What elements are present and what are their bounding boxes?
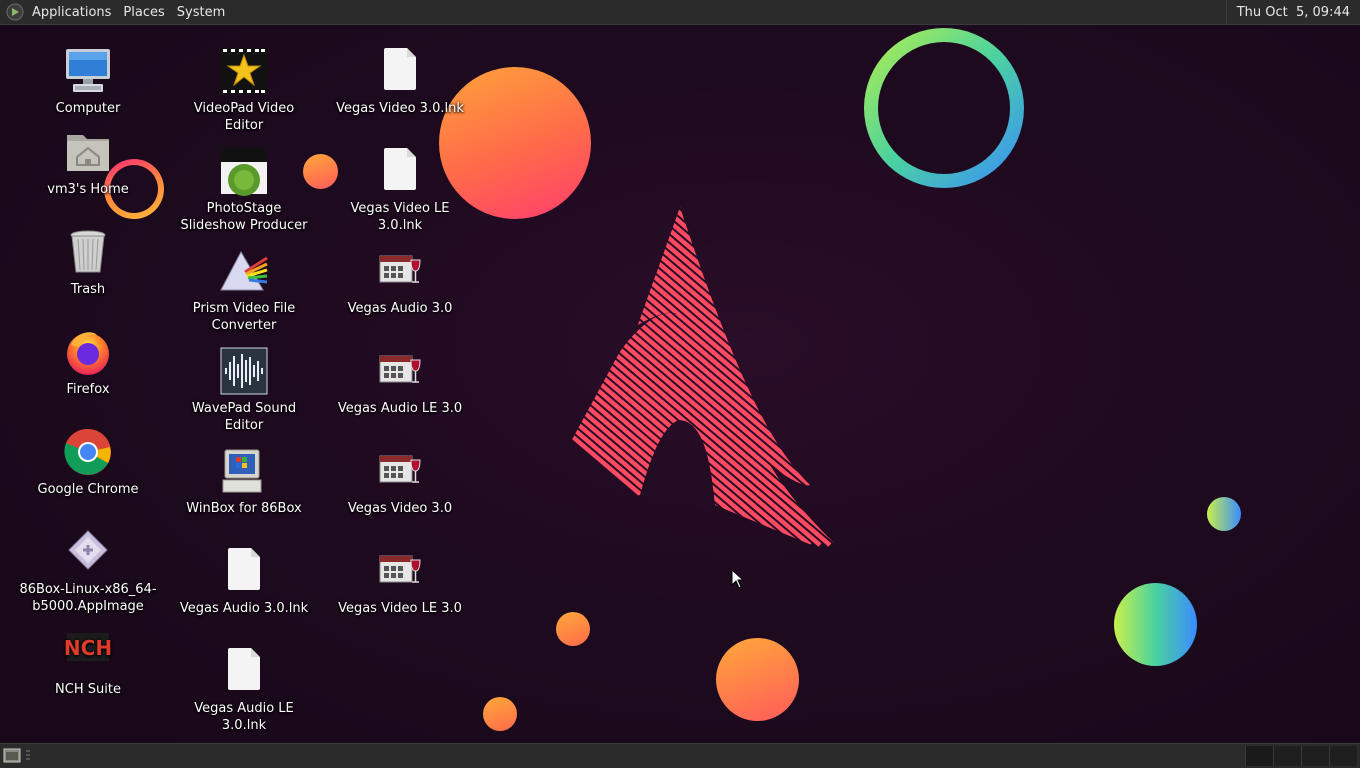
icon-label: Vegas Video 3.0 xyxy=(347,501,453,516)
icon-label: Vegas Video 3.0.lnk xyxy=(336,101,464,116)
workspace-2[interactable] xyxy=(1273,746,1301,766)
videopad-icon xyxy=(219,46,269,96)
wavepad-icon xyxy=(219,346,269,396)
menu-places[interactable]: Places xyxy=(117,0,170,24)
clock[interactable]: Thu Oct 5, 09:44 xyxy=(1225,0,1360,24)
applications-logo-icon[interactable] xyxy=(6,3,24,21)
desktop-icon-computer[interactable]: Computer xyxy=(13,46,163,117)
wine-app-icon xyxy=(375,346,425,396)
appimage-icon xyxy=(63,527,113,577)
icon-label: Vegas Audio LE 3.0 xyxy=(337,401,463,416)
workspace-3[interactable] xyxy=(1301,746,1329,766)
desktop-icon-vegas-audio-lnk[interactable]: Vegas Audio 3.0.lnk xyxy=(169,546,319,617)
green-blue-circle-large xyxy=(1114,583,1197,666)
show-desktop-icon[interactable] xyxy=(3,748,21,763)
desktop-icon-86box-appimage[interactable]: 86Box-Linux-x86_64-b5000.AppImage xyxy=(13,527,163,615)
desktop-icon-wavepad[interactable]: WavePad Sound Editor xyxy=(169,346,319,434)
prism-icon xyxy=(219,246,269,296)
icon-label: WavePad Sound Editor xyxy=(191,401,297,433)
orange-dot-1 xyxy=(556,612,590,646)
icon-label: Prism Video File Converter xyxy=(192,301,296,333)
orange-dot-2 xyxy=(483,697,517,731)
desktop-icon-vegas-audio[interactable]: Vegas Audio 3.0 xyxy=(325,246,475,317)
desktop-icon-firefox[interactable]: Firefox xyxy=(13,327,163,398)
panel-grip[interactable] xyxy=(26,750,30,762)
file-icon xyxy=(375,46,425,96)
svg-text:NCH: NCH xyxy=(64,636,112,660)
arch-logo xyxy=(505,207,855,547)
workspace-4[interactable] xyxy=(1329,746,1357,766)
desktop-icon-vegas-video[interactable]: Vegas Video 3.0 xyxy=(325,446,475,517)
nch-icon: NCH xyxy=(63,627,113,677)
gradient-ring-top-right xyxy=(864,28,1024,188)
menu-applications[interactable]: Applications xyxy=(26,0,117,24)
desktop-icon-chrome[interactable]: Google Chrome xyxy=(13,427,163,498)
desktop-icon-photostage[interactable]: PhotoStage Slideshow Producer xyxy=(169,146,319,234)
icon-label: Vegas Video LE 3.0 xyxy=(338,601,462,616)
icon-label: Trash xyxy=(70,282,106,297)
workspace-1[interactable] xyxy=(1245,746,1273,766)
mouse-cursor-icon xyxy=(731,569,745,589)
icon-label: Vegas Audio 3.0 xyxy=(347,301,453,316)
menu-bar: Applications Places System xyxy=(0,0,231,24)
icon-label: NCH Suite xyxy=(55,682,121,697)
icon-label: PhotoStage Slideshow Producer xyxy=(180,201,308,233)
icon-label: Google Chrome xyxy=(37,482,139,497)
icon-label: Vegas Video LE 3.0.lnk xyxy=(350,201,450,233)
desktop-icon-vegas-video-le[interactable]: Vegas Video LE 3.0 xyxy=(325,546,475,617)
file-icon xyxy=(375,146,425,196)
winbox-icon xyxy=(219,446,269,496)
icon-label: Vegas Audio LE 3.0.lnk xyxy=(194,701,294,733)
icon-label: Vegas Audio 3.0.lnk xyxy=(179,601,309,616)
home-folder-icon xyxy=(63,127,113,177)
desktop-icon-trash[interactable]: Trash xyxy=(13,227,163,298)
icon-label: vm3's Home xyxy=(47,182,129,197)
desktop-icon-prism[interactable]: Prism Video File Converter xyxy=(169,246,319,334)
menu-system[interactable]: System xyxy=(171,0,231,24)
wine-app-icon xyxy=(375,246,425,296)
wine-app-icon xyxy=(375,446,425,496)
desktop-icon-vegas-audio-le-lnk[interactable]: Vegas Audio LE 3.0.lnk xyxy=(169,646,319,734)
icon-label: Computer xyxy=(55,101,121,116)
desktop-icon-videopad[interactable]: VideoPad Video Editor xyxy=(169,46,319,134)
top-panel: Applications Places System Thu Oct 5, 09… xyxy=(0,0,1360,25)
green-blue-circle-small xyxy=(1207,497,1241,531)
orange-circle-bottom xyxy=(716,638,799,721)
desktop-icon-home[interactable]: vm3's Home xyxy=(13,127,163,198)
bottom-panel xyxy=(0,743,1360,768)
chrome-icon xyxy=(63,427,113,477)
firefox-icon xyxy=(63,327,113,377)
wine-app-icon xyxy=(375,546,425,596)
icon-label: VideoPad Video Editor xyxy=(193,101,295,133)
icon-label: WinBox for 86Box xyxy=(186,501,302,516)
computer-icon xyxy=(63,46,113,96)
desktop-icon-nch-suite[interactable]: NCH NCH Suite xyxy=(13,627,163,698)
trash-icon xyxy=(63,227,113,277)
file-icon xyxy=(219,646,269,696)
desktop-icon-vegas-audio-le[interactable]: Vegas Audio LE 3.0 xyxy=(325,346,475,417)
desktop-icon-vegas-video-le-lnk[interactable]: Vegas Video LE 3.0.lnk xyxy=(325,146,475,234)
photostage-icon xyxy=(219,146,269,196)
desktop-icon-vegas-video-lnk[interactable]: Vegas Video 3.0.lnk xyxy=(325,46,475,117)
file-icon xyxy=(219,546,269,596)
icon-label: Firefox xyxy=(66,382,110,397)
desktop-icon-winbox[interactable]: WinBox for 86Box xyxy=(169,446,319,517)
icon-label: 86Box-Linux-x86_64-b5000.AppImage xyxy=(19,582,157,614)
